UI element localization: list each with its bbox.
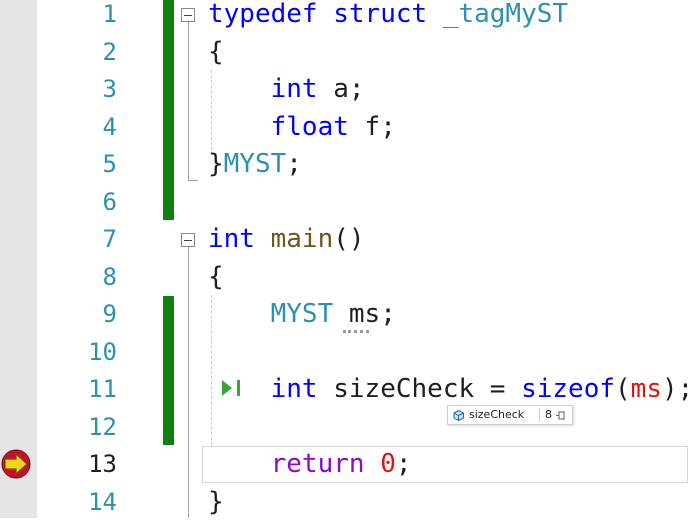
code-token: ;: [396, 449, 412, 479]
code-token: [365, 449, 381, 479]
code-token: typedef: [208, 0, 318, 29]
code-token: int: [208, 224, 255, 254]
line-number: 14: [37, 484, 117, 521]
line-number: 13: [37, 446, 117, 484]
collapse-main-icon[interactable]: [181, 233, 195, 247]
code-line[interactable]: }: [208, 484, 224, 521]
code-token: MYST: [271, 299, 334, 329]
pin-icon[interactable]: [556, 410, 568, 421]
line-number: 8: [37, 259, 117, 297]
outline-end: [188, 180, 198, 181]
code-token: }: [208, 149, 224, 179]
code-token: (): [333, 224, 364, 254]
collapse-struct-icon[interactable]: [181, 8, 195, 22]
line-number: 1: [37, 0, 117, 34]
line-number: 5: [37, 146, 117, 184]
code-token: {: [208, 37, 224, 67]
line-number: 3: [37, 71, 117, 109]
datatip-value[interactable]: 8: [545, 408, 552, 421]
run-to-click-icon[interactable]: [219, 377, 245, 399]
code-token: ;: [286, 149, 302, 179]
code-token: sizeCheck =: [318, 374, 522, 404]
code-token: 0: [380, 449, 396, 479]
line-number-gutter: 1234567891011121314: [37, 0, 117, 518]
code-token: sizeof: [521, 374, 615, 404]
code-token: [318, 0, 334, 29]
datatip[interactable]: sizeCheck 8: [447, 405, 573, 425]
line-number: 10: [37, 334, 117, 372]
current-statement-arrow-icon[interactable]: [0, 449, 34, 479]
glyph-margin[interactable]: [0, 0, 37, 518]
info-squiggle[interactable]: [343, 326, 369, 333]
code-token: [208, 74, 271, 104]
code-line[interactable]: return 0;: [208, 446, 412, 484]
datatip-variable-name: sizeCheck: [469, 408, 524, 421]
code-token: [427, 0, 443, 29]
code-line[interactable]: {: [208, 259, 224, 297]
code-token: ms;: [333, 299, 396, 329]
datatip-divider: [539, 409, 540, 422]
line-number: 11: [37, 371, 117, 409]
line-number: 2: [37, 34, 117, 72]
code-token: ms: [631, 374, 662, 404]
code-token: f;: [349, 112, 396, 142]
code-line[interactable]: {: [208, 34, 224, 72]
code-token: [255, 224, 271, 254]
code-token: main: [271, 224, 334, 254]
line-number: 4: [37, 109, 117, 147]
line-number: 6: [37, 184, 117, 222]
outline-line: [188, 247, 189, 518]
code-token: MYST: [224, 149, 287, 179]
code-token: _tagMyST: [443, 0, 568, 29]
code-token: {: [208, 262, 224, 292]
code-token: );: [662, 374, 688, 404]
code-token: (: [615, 374, 631, 404]
code-line[interactable]: float f;: [208, 109, 396, 147]
variable-icon: [452, 409, 465, 422]
code-token: float: [271, 112, 349, 142]
code-token: }: [208, 487, 224, 517]
code-line[interactable]: int a;: [208, 71, 365, 109]
code-line[interactable]: typedef struct _tagMyST: [208, 0, 568, 34]
line-number: 7: [37, 221, 117, 259]
change-bar: [163, 0, 174, 220]
code-line[interactable]: int sizeCheck = sizeof(ms);: [208, 371, 688, 409]
code-token: a;: [318, 74, 365, 104]
code-line[interactable]: }MYST;: [208, 146, 302, 184]
change-bar: [163, 296, 174, 445]
code-token: [208, 112, 271, 142]
code-token: [208, 449, 271, 479]
line-number: 12: [37, 409, 117, 447]
line-number: 9: [37, 296, 117, 334]
code-token: int: [271, 374, 318, 404]
code-token: [208, 299, 271, 329]
code-token: int: [271, 74, 318, 104]
code-line[interactable]: int main(): [208, 221, 365, 259]
code-token: struct: [333, 0, 427, 29]
outline-line: [188, 22, 189, 180]
code-token: return: [271, 449, 365, 479]
